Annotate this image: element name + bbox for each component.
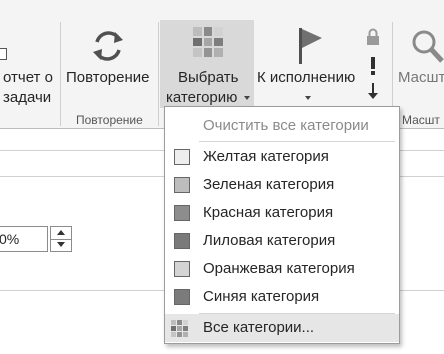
recurrence-icon (88, 26, 128, 66)
clear-all-categories-label: Очистить все категории (203, 117, 369, 134)
category-item-label: Оранжевая категория (203, 260, 355, 277)
report-icon (0, 48, 7, 60)
category-item-blue[interactable]: Синяя категория (165, 283, 399, 311)
category-color-swatch (174, 177, 190, 193)
recurrence-label: Повторение (66, 69, 150, 86)
all-categories-label: Все категории... (203, 319, 315, 336)
category-item-label: Зеленая категория (203, 176, 335, 193)
category-item-label: Лиловая категория (203, 232, 336, 249)
category-item-yellow[interactable]: Желтая категория (165, 143, 399, 171)
categorize-button[interactable]: Выбрать категорию (160, 20, 254, 108)
flag-icon (295, 26, 325, 66)
category-color-swatch (174, 261, 190, 277)
report-label-line1: отчет о (3, 69, 53, 86)
percent-stepper[interactable] (50, 226, 72, 252)
category-item-label: Желтая категория (203, 148, 329, 165)
chevron-down-icon (57, 242, 65, 247)
zoom-group-label: Масшт (402, 113, 440, 127)
zoom-button[interactable]: Масшт (396, 20, 444, 92)
lock-icon[interactable] (366, 28, 380, 46)
down-arrow-icon[interactable] (367, 82, 379, 100)
category-item-orange[interactable]: Оранжевая категория (165, 255, 399, 283)
category-color-swatch (174, 205, 190, 221)
zoom-label: Масшт (398, 69, 444, 86)
chevron-down-icon (244, 96, 250, 100)
stepper-down-button[interactable] (51, 239, 71, 251)
follow-up-label: К исполнению (257, 69, 356, 86)
category-item-green[interactable]: Зеленая категория (165, 171, 399, 199)
category-item-label: Красная категория (203, 204, 334, 221)
report-button[interactable]: отчет о задачи (0, 20, 58, 112)
follow-up-button[interactable]: К исполнению (255, 20, 361, 106)
chevron-down-icon (305, 96, 311, 100)
chevron-up-icon (57, 230, 65, 235)
ribbon-separator (60, 22, 61, 126)
categorize-icon (193, 27, 223, 57)
exclamation-icon[interactable] (367, 56, 379, 76)
recurrence-group-label: Повторение (76, 113, 143, 127)
categorize-icon (171, 320, 188, 337)
category-item-purple[interactable]: Лиловая категория (165, 227, 399, 255)
category-item-label: Синяя категория (203, 288, 320, 305)
report-label-line2: задачи (3, 89, 52, 106)
category-color-swatch (174, 233, 190, 249)
magnifier-icon (410, 28, 444, 64)
percent-complete-input[interactable]: 0% (0, 226, 48, 252)
menu-separator (199, 141, 395, 142)
all-categories-item[interactable]: Все категории... (165, 314, 399, 342)
clear-all-categories-item[interactable]: Очистить все категории (165, 112, 399, 140)
category-menu: Очистить все категории Желтая категория … (164, 106, 400, 344)
category-color-swatch (174, 149, 190, 165)
recurrence-button[interactable]: Повторение (62, 20, 156, 92)
ribbon-separator (158, 22, 159, 126)
category-item-red[interactable]: Красная категория (165, 199, 399, 227)
category-color-swatch (174, 289, 190, 305)
categorize-label-line1: Выбрать (178, 69, 239, 86)
